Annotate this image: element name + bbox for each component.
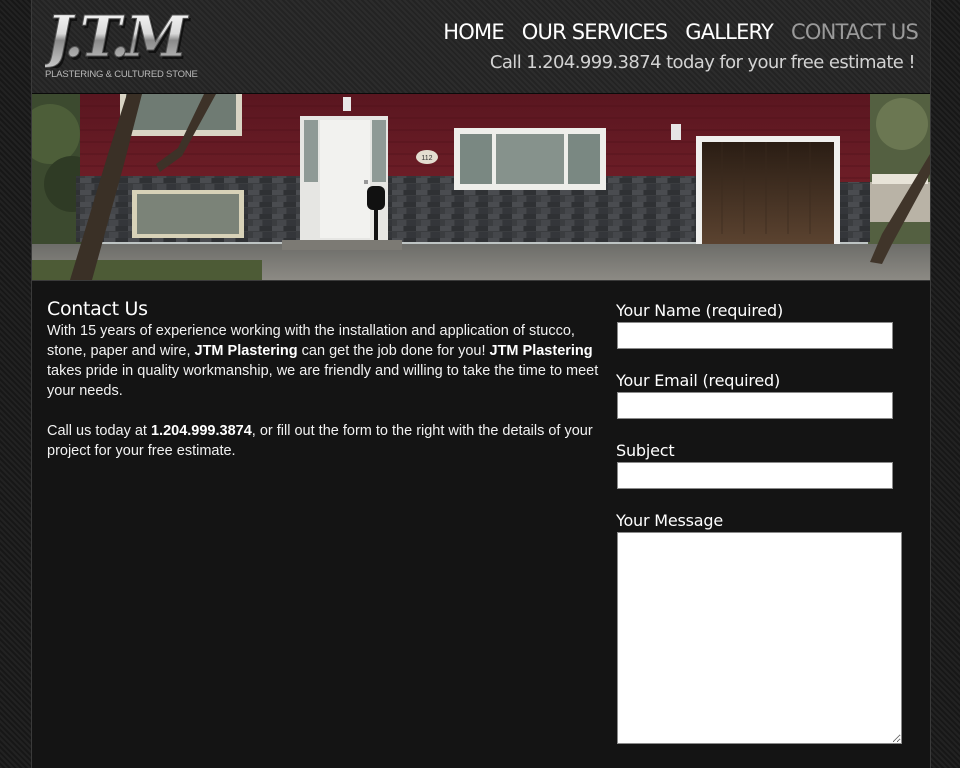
intro-paragraph: With 15 years of experience working with… xyxy=(47,321,602,401)
logo-text: J.T.M xyxy=(45,8,190,68)
intro-text-3: takes pride in quality workmanship, we a… xyxy=(47,363,599,399)
contact-intro: Contact Us With 15 years of experience w… xyxy=(47,298,602,481)
company-name: JTM Plastering xyxy=(489,343,593,359)
name-input[interactable] xyxy=(617,322,893,349)
site-logo[interactable]: J.T.M J.T.M PLASTERING & CULTURED STONE xyxy=(45,8,205,83)
email-label: Your Email (required) xyxy=(616,371,781,390)
subject-field-group: Subject xyxy=(616,440,916,489)
page-title: Contact Us xyxy=(47,298,148,320)
call-text-1: Call us today at xyxy=(47,423,151,439)
house-photo: 112 xyxy=(32,94,930,280)
name-field-group: Your Name (required) xyxy=(616,300,916,349)
lawn xyxy=(32,260,262,280)
nav-our-services[interactable]: OUR SERVICES xyxy=(522,20,668,44)
email-field-group: Your Email (required) xyxy=(616,370,916,419)
porch-light xyxy=(343,97,351,111)
call-paragraph: Call us today at 1.204.999.3874, or fill… xyxy=(47,421,602,461)
page-container: J.T.M J.T.M PLASTERING & CULTURED STONE … xyxy=(31,0,931,768)
front-door xyxy=(320,120,370,238)
subject-input[interactable] xyxy=(617,462,893,489)
front-step xyxy=(282,240,402,250)
phone-number: 1.204.999.3874 xyxy=(150,423,252,439)
header-banner-image: 112 xyxy=(32,94,930,281)
company-name: JTM Plastering xyxy=(194,343,298,359)
house-number: 112 xyxy=(421,155,432,162)
nav-home[interactable]: HOME xyxy=(443,20,504,44)
logo-mark: J.T.M J.T.M xyxy=(45,8,196,68)
message-field-group: Your Message xyxy=(616,510,916,744)
intro-text-2: can get the job done for you! xyxy=(297,343,490,359)
site-header: J.T.M J.T.M PLASTERING & CULTURED STONE … xyxy=(32,0,930,94)
message-label: Your Message xyxy=(616,511,723,530)
stone-veneer-right xyxy=(840,182,870,242)
name-label: Your Name (required) xyxy=(616,301,784,320)
garage-light xyxy=(671,124,681,140)
nav-contact-us[interactable]: CONTACT US xyxy=(791,20,919,44)
email-input[interactable] xyxy=(617,392,893,419)
nav-gallery[interactable]: GALLERY xyxy=(685,20,774,44)
phone-callout: Call 1.204.999.3874 today for your free … xyxy=(489,52,916,73)
logo-tagline: PLASTERING & CULTURED STONE xyxy=(45,69,198,80)
subject-label: Subject xyxy=(616,441,675,460)
message-textarea[interactable] xyxy=(617,532,902,744)
main-nav: HOME OUR SERVICES GALLERY CONTACT US xyxy=(443,20,919,44)
